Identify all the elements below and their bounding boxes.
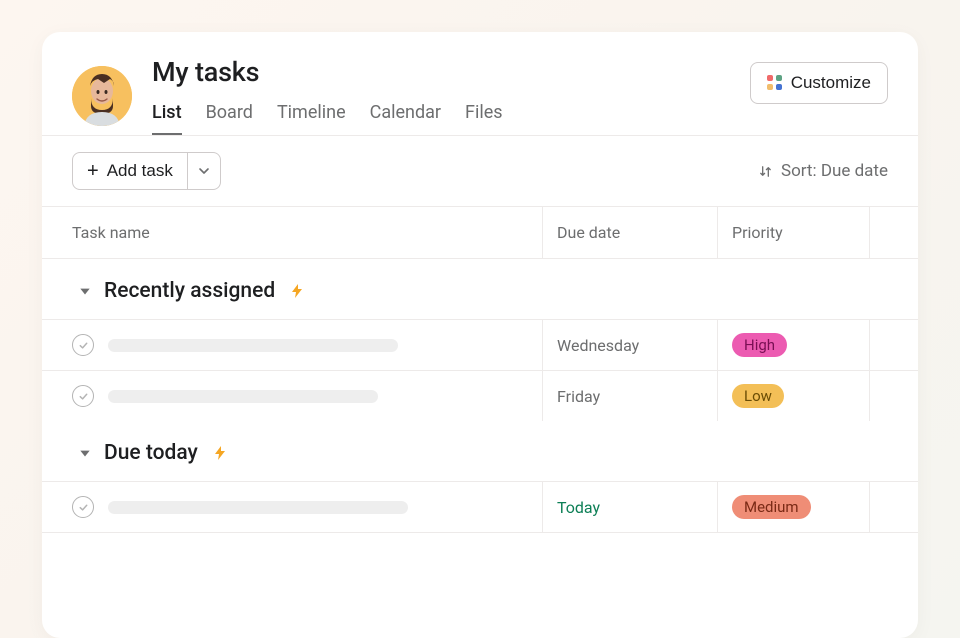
- tab-calendar[interactable]: Calendar: [370, 102, 441, 135]
- due-date-cell[interactable]: Today: [543, 482, 718, 532]
- row-end-cell: [870, 320, 918, 370]
- due-date-text: Wednesday: [557, 336, 639, 355]
- tab-files[interactable]: Files: [465, 102, 503, 135]
- header: My tasks ListBoardTimelineCalendarFiles …: [42, 32, 918, 135]
- task-name-placeholder: [108, 390, 378, 403]
- row-end-cell: [870, 482, 918, 532]
- priority-pill: Medium: [732, 495, 811, 519]
- task-table: Task name Due date Priority Recently ass…: [42, 206, 918, 533]
- due-date-cell[interactable]: Wednesday: [543, 320, 718, 370]
- caret-down-icon: [78, 446, 92, 460]
- chevron-down-icon: [198, 165, 210, 177]
- task-name-cell[interactable]: [42, 482, 543, 532]
- task-name-cell[interactable]: [42, 320, 543, 370]
- sort-control[interactable]: Sort: Due date: [758, 161, 888, 181]
- priority-cell[interactable]: Medium: [718, 482, 870, 532]
- priority-cell[interactable]: High: [718, 320, 870, 370]
- task-row[interactable]: Friday Low: [42, 370, 918, 421]
- bolt-icon: [212, 445, 228, 461]
- task-row[interactable]: Today Medium: [42, 481, 918, 533]
- task-row[interactable]: Wednesday High: [42, 319, 918, 370]
- app-window: My tasks ListBoardTimelineCalendarFiles …: [42, 32, 918, 638]
- task-name-placeholder: [108, 501, 408, 514]
- task-name-placeholder: [108, 339, 398, 352]
- complete-checkbox[interactable]: [72, 496, 94, 518]
- table-header: Task name Due date Priority: [42, 206, 918, 259]
- tab-board[interactable]: Board: [206, 102, 253, 135]
- bolt-icon: [289, 283, 305, 299]
- section-header[interactable]: Due today: [42, 421, 918, 481]
- task-name-cell[interactable]: [42, 371, 543, 421]
- priority-pill: Low: [732, 384, 784, 408]
- due-date-text: Friday: [557, 387, 600, 406]
- due-date-cell[interactable]: Friday: [543, 371, 718, 421]
- title-tabs: My tasks List Board Timeline Calendar Files: [152, 56, 503, 135]
- grid-icon: [767, 75, 783, 91]
- add-task-group: + Add task: [72, 152, 221, 190]
- tab-list[interactable]: List: [152, 102, 182, 135]
- page-title: My tasks: [152, 56, 503, 88]
- customize-label: Customize: [791, 73, 871, 93]
- plus-icon: +: [87, 161, 99, 181]
- section-header[interactable]: Recently assigned: [42, 259, 918, 319]
- col-header-name[interactable]: Task name: [42, 207, 543, 258]
- customize-button[interactable]: Customize: [750, 62, 888, 104]
- tabs: List Board Timeline Calendar Files: [152, 102, 503, 135]
- header-left: My tasks List Board Timeline Calendar Files: [72, 56, 503, 135]
- complete-checkbox[interactable]: [72, 334, 94, 356]
- due-date-text: Today: [557, 498, 600, 517]
- section-title: Recently assigned: [104, 279, 275, 303]
- tab-timeline[interactable]: Timeline: [277, 102, 346, 135]
- priority-cell[interactable]: Low: [718, 371, 870, 421]
- sort-icon: [758, 164, 773, 179]
- col-header-end: [870, 207, 918, 258]
- col-header-priority[interactable]: Priority: [718, 207, 870, 258]
- priority-pill: High: [732, 333, 787, 357]
- add-task-button[interactable]: + Add task: [72, 152, 188, 190]
- caret-down-icon: [78, 284, 92, 298]
- complete-checkbox[interactable]: [72, 385, 94, 407]
- section-title: Due today: [104, 441, 198, 465]
- sort-label: Sort: Due date: [781, 161, 888, 181]
- row-end-cell: [870, 371, 918, 421]
- avatar[interactable]: [72, 66, 132, 126]
- toolbar: + Add task Sort: Due date: [42, 136, 918, 206]
- add-task-dropdown[interactable]: [188, 152, 221, 190]
- add-task-label: Add task: [107, 161, 173, 181]
- col-header-due[interactable]: Due date: [543, 207, 718, 258]
